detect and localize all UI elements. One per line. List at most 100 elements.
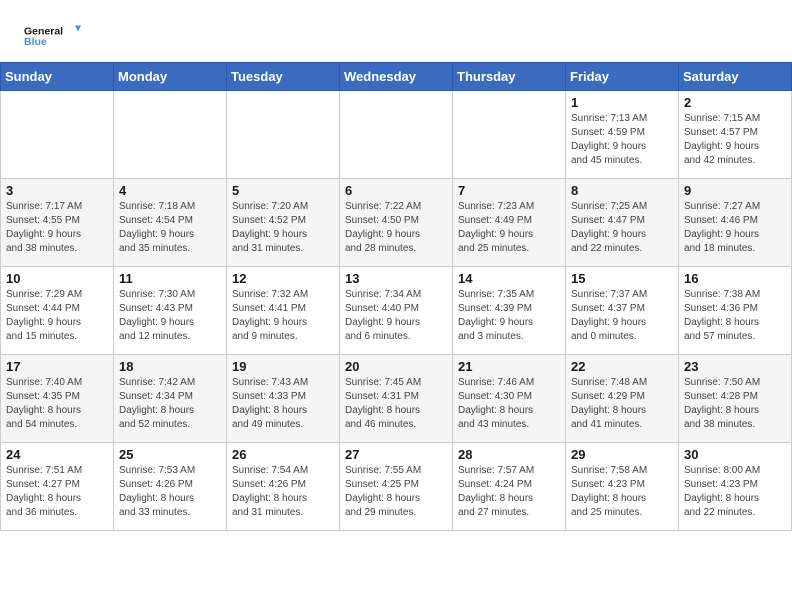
day-info: Sunrise: 7:18 AM Sunset: 4:54 PM Dayligh… (119, 200, 221, 256)
day-info: Sunrise: 7:22 AM Sunset: 4:50 PM Dayligh… (345, 200, 447, 256)
calendar-week-row: 1Sunrise: 7:13 AM Sunset: 4:59 PM Daylig… (1, 91, 792, 179)
calendar-cell: 17 Sunrise: 7:40 AM Sunset: 4:35 PM Dayli… (1, 355, 114, 443)
calendar-cell: 4 Sunrise: 7:18 AM Sunset: 4:54 PM Daylig… (114, 179, 227, 267)
weekday-header: Tuesday (227, 63, 340, 91)
calendar-week-row: 3 Sunrise: 7:17 AM Sunset: 4:55 PM Daylig… (1, 179, 792, 267)
day-info: Sunrise: 7:54 AM Sunset: 4:26 PM Dayligh… (232, 464, 334, 520)
day-number: 12 (232, 271, 334, 286)
calendar-cell: 21Sunrise: 7:46 AM Sunset: 4:30 PM Dayli… (453, 355, 566, 443)
day-number: 11 (119, 271, 221, 286)
day-info: Sunrise: 7:20 AM Sunset: 4:52 PM Dayligh… (232, 200, 334, 256)
calendar-cell: 10Sunrise: 7:29 AM Sunset: 4:44 PM Dayli… (1, 267, 114, 355)
day-number: 25 (119, 447, 221, 462)
calendar-cell: 9 Sunrise: 7:27 AM Sunset: 4:46 PM Daylig… (679, 179, 792, 267)
day-number: 28 (458, 447, 560, 462)
day-info: Sunrise: 7:53 AM Sunset: 4:26 PM Dayligh… (119, 464, 221, 520)
day-number: 3 (6, 183, 108, 198)
calendar-cell: 13Sunrise: 7:34 AM Sunset: 4:40 PM Dayli… (340, 267, 453, 355)
day-number: 7 (458, 183, 560, 198)
day-number: 30 (684, 447, 786, 462)
calendar-cell: 23 Sunrise: 7:50 AM Sunset: 4:28 PM Dayli… (679, 355, 792, 443)
calendar-cell: 15 Sunrise: 7:37 AM Sunset: 4:37 PM Dayli… (566, 267, 679, 355)
day-number: 14 (458, 271, 560, 286)
calendar-cell: 28 Sunrise: 7:57 AM Sunset: 4:24 PM Dayli… (453, 443, 566, 531)
day-info: Sunrise: 7:42 AM Sunset: 4:34 PM Dayligh… (119, 376, 221, 432)
day-info: Sunrise: 7:30 AM Sunset: 4:43 PM Dayligh… (119, 288, 221, 344)
day-number: 4 (119, 183, 221, 198)
calendar-cell: 19Sunrise: 7:43 AM Sunset: 4:33 PM Dayli… (227, 355, 340, 443)
calendar-cell (1, 91, 114, 179)
day-info: Sunrise: 7:37 AM Sunset: 4:37 PM Dayligh… (571, 288, 673, 344)
day-info: Sunrise: 7:13 AM Sunset: 4:59 PM Dayligh… (571, 112, 673, 168)
calendar-header-row: SundayMondayTuesdayWednesdayThursdayFrid… (1, 63, 792, 91)
weekday-header: Thursday (453, 63, 566, 91)
day-number: 6 (345, 183, 447, 198)
day-info: Sunrise: 7:46 AM Sunset: 4:30 PM Dayligh… (458, 376, 560, 432)
logo: General Blue (24, 18, 84, 54)
calendar-cell: 24 Sunrise: 7:51 AM Sunset: 4:27 PM Dayli… (1, 443, 114, 531)
calendar-cell: 5 Sunrise: 7:20 AM Sunset: 4:52 PM Daylig… (227, 179, 340, 267)
calendar-week-row: 24 Sunrise: 7:51 AM Sunset: 4:27 PM Dayli… (1, 443, 792, 531)
day-info: Sunrise: 7:15 AM Sunset: 4:57 PM Dayligh… (684, 112, 786, 168)
day-info: Sunrise: 8:00 AM Sunset: 4:23 PM Dayligh… (684, 464, 786, 520)
day-info: Sunrise: 7:27 AM Sunset: 4:46 PM Dayligh… (684, 200, 786, 256)
day-info: Sunrise: 7:55 AM Sunset: 4:25 PM Dayligh… (345, 464, 447, 520)
calendar-week-row: 17 Sunrise: 7:40 AM Sunset: 4:35 PM Dayli… (1, 355, 792, 443)
day-number: 9 (684, 183, 786, 198)
calendar-cell (227, 91, 340, 179)
day-info: Sunrise: 7:25 AM Sunset: 4:47 PM Dayligh… (571, 200, 673, 256)
calendar-cell: 6 Sunrise: 7:22 AM Sunset: 4:50 PM Daylig… (340, 179, 453, 267)
calendar-cell: 1Sunrise: 7:13 AM Sunset: 4:59 PM Daylig… (566, 91, 679, 179)
day-number: 24 (6, 447, 108, 462)
day-info: Sunrise: 7:40 AM Sunset: 4:35 PM Dayligh… (6, 376, 108, 432)
calendar-cell: 16Sunrise: 7:38 AM Sunset: 4:36 PM Dayli… (679, 267, 792, 355)
calendar: SundayMondayTuesdayWednesdayThursdayFrid… (0, 62, 792, 531)
calendar-cell: 7 Sunrise: 7:23 AM Sunset: 4:49 PM Daylig… (453, 179, 566, 267)
day-info: Sunrise: 7:57 AM Sunset: 4:24 PM Dayligh… (458, 464, 560, 520)
calendar-cell: 14 Sunrise: 7:35 AM Sunset: 4:39 PM Dayli… (453, 267, 566, 355)
day-info: Sunrise: 7:43 AM Sunset: 4:33 PM Dayligh… (232, 376, 334, 432)
calendar-cell: 25 Sunrise: 7:53 AM Sunset: 4:26 PM Dayli… (114, 443, 227, 531)
day-number: 10 (6, 271, 108, 286)
day-number: 20 (345, 359, 447, 374)
weekday-header: Monday (114, 63, 227, 91)
day-number: 17 (6, 359, 108, 374)
svg-text:Blue: Blue (24, 36, 47, 48)
day-number: 26 (232, 447, 334, 462)
day-number: 27 (345, 447, 447, 462)
weekday-header: Saturday (679, 63, 792, 91)
calendar-cell: 8 Sunrise: 7:25 AM Sunset: 4:47 PM Daylig… (566, 179, 679, 267)
day-info: Sunrise: 7:45 AM Sunset: 4:31 PM Dayligh… (345, 376, 447, 432)
day-number: 2 (684, 95, 786, 110)
logo-svg: General Blue (24, 18, 84, 54)
calendar-cell: 20 Sunrise: 7:45 AM Sunset: 4:31 PM Dayli… (340, 355, 453, 443)
calendar-cell (453, 91, 566, 179)
calendar-cell: 29 Sunrise: 7:58 AM Sunset: 4:23 PM Dayli… (566, 443, 679, 531)
calendar-cell: 30 Sunrise: 8:00 AM Sunset: 4:23 PM Dayli… (679, 443, 792, 531)
header: General Blue (0, 0, 792, 62)
day-number: 15 (571, 271, 673, 286)
day-number: 5 (232, 183, 334, 198)
day-number: 8 (571, 183, 673, 198)
calendar-cell: 18 Sunrise: 7:42 AM Sunset: 4:34 PM Dayli… (114, 355, 227, 443)
weekday-header: Friday (566, 63, 679, 91)
calendar-cell (340, 91, 453, 179)
day-number: 23 (684, 359, 786, 374)
day-info: Sunrise: 7:17 AM Sunset: 4:55 PM Dayligh… (6, 200, 108, 256)
calendar-cell (114, 91, 227, 179)
day-info: Sunrise: 7:51 AM Sunset: 4:27 PM Dayligh… (6, 464, 108, 520)
day-info: Sunrise: 7:34 AM Sunset: 4:40 PM Dayligh… (345, 288, 447, 344)
day-info: Sunrise: 7:38 AM Sunset: 4:36 PM Dayligh… (684, 288, 786, 344)
day-info: Sunrise: 7:35 AM Sunset: 4:39 PM Dayligh… (458, 288, 560, 344)
day-number: 22 (571, 359, 673, 374)
day-number: 29 (571, 447, 673, 462)
calendar-cell: 22Sunrise: 7:48 AM Sunset: 4:29 PM Dayli… (566, 355, 679, 443)
day-info: Sunrise: 7:50 AM Sunset: 4:28 PM Dayligh… (684, 376, 786, 432)
weekday-header: Sunday (1, 63, 114, 91)
calendar-cell: 26 Sunrise: 7:54 AM Sunset: 4:26 PM Dayli… (227, 443, 340, 531)
day-info: Sunrise: 7:58 AM Sunset: 4:23 PM Dayligh… (571, 464, 673, 520)
day-info: Sunrise: 7:23 AM Sunset: 4:49 PM Dayligh… (458, 200, 560, 256)
calendar-cell: 11 Sunrise: 7:30 AM Sunset: 4:43 PM Dayli… (114, 267, 227, 355)
day-number: 18 (119, 359, 221, 374)
weekday-header: Wednesday (340, 63, 453, 91)
